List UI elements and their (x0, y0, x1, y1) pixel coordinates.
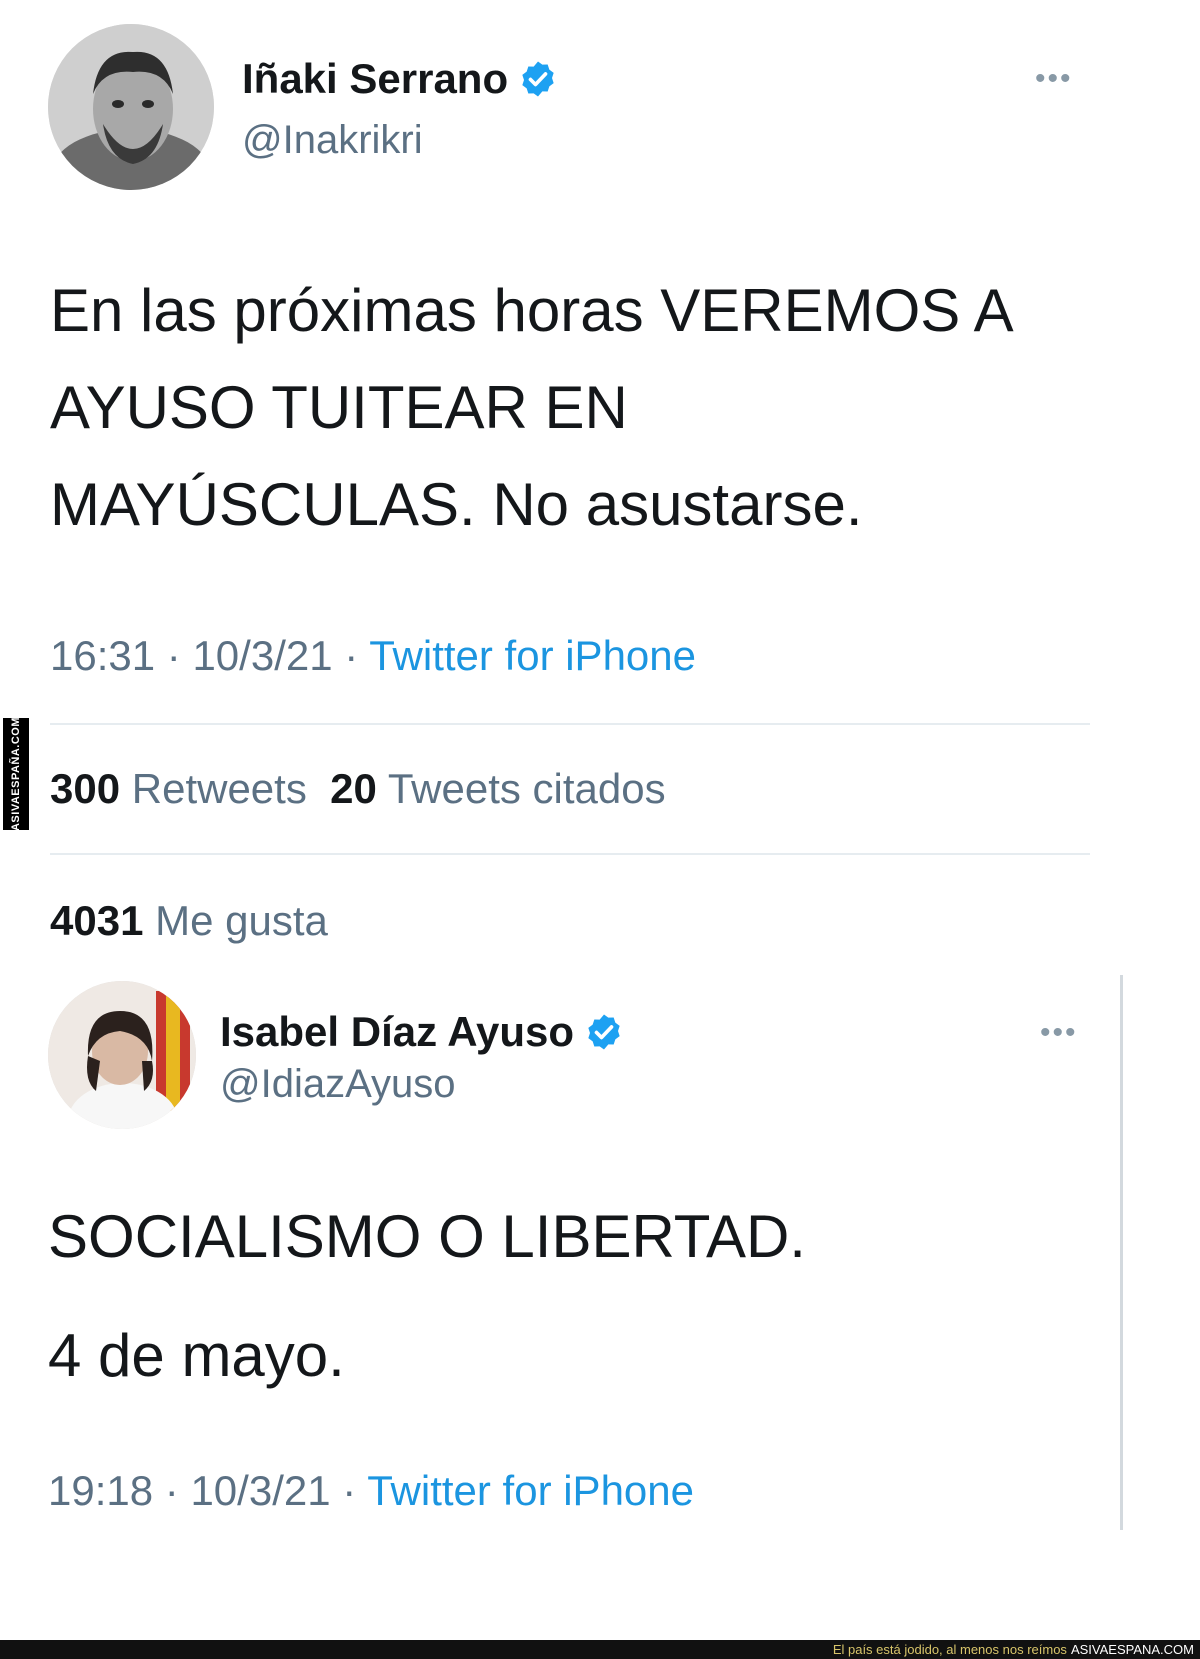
verified-badge-icon (518, 59, 558, 109)
more-options-icon[interactable]: ••• (1040, 1018, 1078, 1048)
tweet-text-line: SOCIALISMO O LIBERTAD. (48, 1203, 806, 1270)
author-handle[interactable]: @Inakrikri (242, 118, 423, 163)
tweet-text-line: En las próximas horas VEREMOS A (50, 277, 1014, 344)
author-name-text: Iñaki Serrano (242, 55, 509, 102)
tweet-time[interactable]: 16:31 (50, 632, 155, 679)
tweet-text-line: AYUSO TUITEAR EN (50, 374, 628, 441)
footer-site-link[interactable]: ASIVAESPANA.COM (1071, 1642, 1194, 1657)
tweet-meta: 19:18 · 10/3/21 · Twitter for iPhone (48, 1467, 694, 1515)
tweet-time[interactable]: 19:18 (48, 1467, 153, 1514)
retweets-label: Retweets (131, 765, 307, 812)
tweet-text-line: 4 de mayo. (48, 1322, 345, 1389)
author-name[interactable]: Isabel Díaz Ayuso (220, 1008, 624, 1062)
meta-separator: · (164, 1467, 179, 1514)
tweet-meta: 16:31 · 10/3/21 · Twitter for iPhone (50, 632, 696, 680)
author-handle[interactable]: @IdiazAyuso (220, 1062, 456, 1107)
quotes-stat[interactable]: 20 Tweets citados (330, 765, 665, 812)
divider (50, 853, 1090, 855)
likes-count: 4031 (50, 897, 144, 944)
likes-stat[interactable]: 4031 Me gusta (50, 897, 328, 945)
engagement-stats: 300 Retweets 20 Tweets citados (50, 765, 666, 813)
likes-label: Me gusta (155, 897, 328, 944)
meta-separator: · (166, 632, 181, 679)
side-watermark-text: ASIVAESPAÑA.COM (10, 716, 22, 832)
meta-separator: · (342, 1467, 357, 1514)
tweet-source-link[interactable]: Twitter for iPhone (369, 632, 696, 679)
verified-badge-icon (584, 1012, 624, 1062)
profile-photo (48, 981, 196, 1129)
tweet-date[interactable]: 10/3/21 (192, 632, 332, 679)
more-options-icon[interactable]: ••• (1035, 64, 1073, 94)
tweet-text-line: MAYÚSCULAS. No asustarse. (50, 471, 863, 538)
quotes-count: 20 (330, 765, 377, 812)
avatar-inaki[interactable] (48, 24, 214, 190)
scroll-indicator (1120, 975, 1123, 1530)
profile-photo (48, 24, 214, 190)
retweets-stat[interactable]: 300 Retweets (50, 765, 307, 812)
author-name-text: Isabel Díaz Ayuso (220, 1008, 575, 1055)
divider (50, 723, 1090, 725)
tweet-source-link[interactable]: Twitter for iPhone (367, 1467, 694, 1514)
quotes-label: Tweets citados (387, 765, 666, 812)
retweets-count: 300 (50, 765, 121, 812)
author-name[interactable]: Iñaki Serrano (242, 55, 558, 109)
meta-separator: · (344, 632, 359, 679)
footer-tagline: El país está jodido, al menos nos reímos (832, 1642, 1067, 1657)
tweet-text: En las próximas horas VEREMOS A AYUSO TU… (50, 262, 1150, 553)
avatar-ayuso[interactable] (48, 981, 196, 1129)
tweet-date[interactable]: 10/3/21 (190, 1467, 330, 1514)
footer-watermark-bar: El país está jodido, al menos nos reímos… (0, 1640, 1200, 1659)
side-watermark: ASIVAESPAÑA.COM (3, 716, 29, 832)
